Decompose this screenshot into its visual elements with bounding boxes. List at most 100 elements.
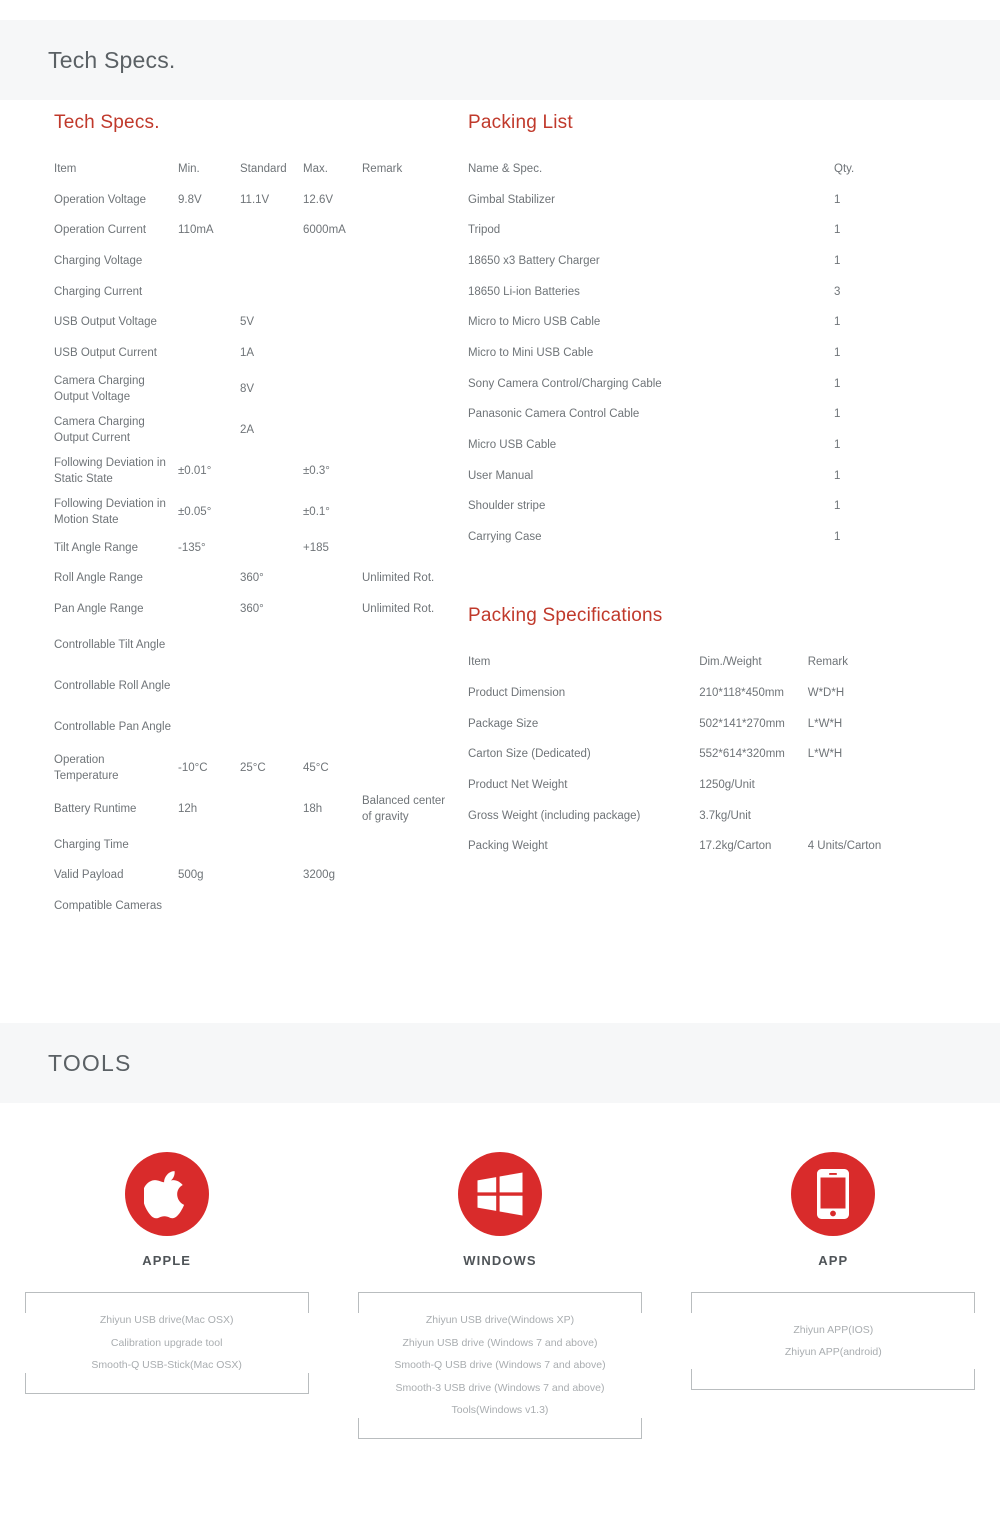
cell-remark	[362, 451, 454, 492]
packing-specifications-table-body: Product Dimension 210*118*450mm W*D*H Packa…	[468, 678, 938, 862]
table-row: Roll Angle Range 360° Unlimited Rot.	[54, 564, 454, 595]
cell-min	[178, 308, 240, 339]
cell-remark: L*W*H	[807, 748, 843, 761]
col-header-item: Item	[468, 655, 491, 668]
cell-item: Operation Current	[54, 224, 147, 237]
cell-name: Gimbal Stabilizer	[468, 193, 555, 206]
table-row: Following Deviation in Static State ±0.01…	[54, 451, 454, 492]
download-link[interactable]: Zhiyun APP(android)	[700, 1341, 967, 1364]
cell-max	[303, 595, 362, 626]
cell-std: 360°	[240, 572, 264, 585]
tech-specs-heading: Tech Specs.	[54, 112, 160, 133]
cell-std	[240, 216, 303, 247]
download-link[interactable]: Smooth-3 USB drive (Windows 7 and above)	[366, 1376, 633, 1399]
cell-remark: Balanced center of gravity	[362, 795, 446, 823]
download-link[interactable]: Tools(Windows v1.3)	[366, 1399, 633, 1422]
packing-column: Packing List Name & Spec. Qty. Gimbal St…	[468, 112, 938, 862]
cell-std	[240, 861, 303, 892]
cell-max	[303, 892, 362, 923]
apple-icon[interactable]	[124, 1152, 209, 1236]
cell-min	[178, 666, 240, 707]
cell-item: Battery Runtime	[54, 802, 137, 815]
col-header-remark: Remark	[362, 162, 403, 175]
cell-remark	[362, 892, 454, 923]
windows-icon[interactable]	[457, 1152, 542, 1236]
tool-card-windows[interactable]: WINDOWS Zhiyun USB drive(Windows XP) Zhiyu…	[333, 1103, 666, 1439]
cell-max	[303, 369, 362, 410]
cell-min	[178, 410, 240, 451]
cell-qty: 1	[834, 408, 841, 421]
table-row: Following Deviation in Motion State ±0.05…	[54, 492, 454, 533]
cell-qty: 1	[834, 316, 841, 329]
download-link[interactable]: Zhiyun USB drive(Windows XP)	[366, 1309, 633, 1332]
download-link[interactable]: Zhiyun USB drive (Windows 7 and above)	[366, 1331, 633, 1354]
tool-download-list: Zhiyun USB drive(Mac OSX) Calibration upg…	[23, 1292, 310, 1394]
cell-item: Controllable Tilt Angle	[54, 638, 166, 651]
cell-dim: 210*118*450mm	[699, 686, 785, 699]
cell-min	[178, 595, 240, 626]
cell-name: Shoulder stripe	[468, 500, 546, 513]
table-row: Camera Charging Output Voltage 8V	[54, 369, 454, 410]
cell-max	[303, 410, 362, 451]
cell-max: 6000mA	[303, 224, 346, 237]
table-row: Camera Charging Output Current 2A	[54, 410, 454, 451]
table-header-row: Item Dim./Weight Remark	[468, 647, 938, 678]
tool-card-app[interactable]: APP Zhiyun APP(IOS) Zhiyun APP(android)	[667, 1103, 1000, 1439]
cell-min	[178, 625, 240, 666]
smartphone-icon[interactable]	[791, 1152, 876, 1236]
cell-remark	[362, 410, 454, 451]
cell-name: Micro USB Cable	[468, 439, 557, 452]
cell-min: 110mA	[178, 224, 214, 237]
cell-name: Tripod	[468, 224, 501, 237]
cell-min: -10°C	[178, 761, 208, 774]
cell-remark	[362, 830, 454, 861]
tool-card-label: WINDOWS	[463, 1253, 537, 1268]
tech-specs-table-header: Item Min. Standard Max. Remark	[54, 154, 454, 185]
table-row: Packing Weight 17.2kg/Carton 4 Units/Carto…	[468, 832, 938, 863]
cell-item: Charging Time	[54, 838, 129, 851]
cell-qty: 1	[834, 500, 841, 513]
cell-std	[240, 789, 303, 830]
download-link[interactable]: Smooth-Q USB-Stick(Mac OSX)	[33, 1354, 300, 1377]
cell-max: ±0.1°	[303, 505, 330, 518]
cell-max: 12.6V	[303, 193, 334, 206]
table-header-row: Name & Spec. Qty.	[468, 154, 938, 185]
cell-max	[303, 308, 362, 339]
download-link[interactable]: Zhiyun APP(IOS)	[700, 1318, 967, 1341]
table-row: Tripod 1	[468, 216, 938, 247]
table-row: USB Output Current 1A	[54, 338, 454, 369]
cell-min: 12h	[178, 802, 198, 815]
cell-item: Camera Charging Output Current	[54, 416, 145, 444]
table-row: Shoulder stripe 1	[468, 492, 938, 523]
cell-min	[178, 277, 240, 308]
cell-item: USB Output Voltage	[54, 316, 157, 329]
cell-item: Controllable Roll Angle	[54, 679, 171, 692]
cell-name: Micro to Micro USB Cable	[468, 316, 601, 329]
cell-min	[178, 830, 240, 861]
cell-max	[303, 666, 362, 707]
cell-std	[240, 492, 303, 533]
download-link[interactable]: Calibration upgrade tool	[33, 1331, 300, 1354]
tools-content: APPLE Zhiyun USB drive(Mac OSX) Calibratio…	[0, 1103, 1000, 1517]
tools-card-row: APPLE Zhiyun USB drive(Mac OSX) Calibratio…	[0, 1103, 1000, 1439]
cell-std	[240, 830, 303, 861]
col-header-name-spec: Name & Spec.	[468, 162, 543, 175]
table-row: Micro USB Cable 1	[468, 431, 938, 462]
tool-card-apple[interactable]: APPLE Zhiyun USB drive(Mac OSX) Calibratio…	[0, 1103, 333, 1439]
packing-list-heading: Packing List	[468, 112, 573, 133]
col-header-max: Max.	[303, 162, 328, 175]
download-link[interactable]: Smooth-Q USB drive (Windows 7 and above)	[366, 1354, 633, 1377]
table-row: Micro to Micro USB Cable 1	[468, 308, 938, 339]
cell-remark	[362, 185, 454, 216]
cell-qty: 1	[834, 347, 841, 360]
cell-dim: 17.2kg/Carton	[699, 840, 772, 853]
cell-std	[240, 892, 303, 923]
cell-min	[178, 892, 240, 923]
cell-remark	[362, 625, 454, 666]
tools-title: TOOLS	[48, 1049, 132, 1076]
cell-qty: 1	[834, 377, 841, 390]
table-row: Battery Runtime 12h 18h Balanced center of …	[54, 789, 454, 830]
download-link[interactable]: Zhiyun USB drive(Mac OSX)	[33, 1309, 300, 1332]
cell-std: 2A	[240, 423, 255, 436]
cell-item: Tilt Angle Range	[54, 541, 138, 554]
